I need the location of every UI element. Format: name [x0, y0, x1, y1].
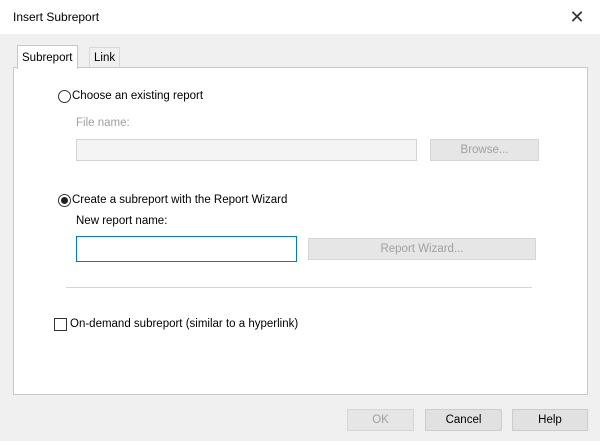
- browse-button[interactable]: Browse...: [430, 139, 539, 161]
- new-report-name-label: New report name:: [76, 215, 168, 227]
- wizard-radio[interactable]: [58, 194, 71, 207]
- tab-link-label: Link: [94, 52, 116, 64]
- separator: [66, 287, 532, 288]
- tab-link[interactable]: Link: [89, 47, 121, 68]
- wizard-radio-label: Create a subreport with the Report Wizar…: [72, 194, 288, 206]
- existing-report-label: Choose an existing report: [72, 90, 204, 102]
- on-demand-checkbox[interactable]: [54, 318, 67, 331]
- report-wizard-button[interactable]: Report Wizard...: [308, 238, 536, 260]
- help-button-label: Help: [538, 414, 562, 426]
- browse-button-label: Browse...: [460, 144, 509, 156]
- report-wizard-button-label: Report Wizard...: [380, 243, 464, 255]
- file-name-label: File name:: [76, 117, 130, 129]
- new-report-name-field[interactable]: [76, 236, 297, 262]
- ok-button-label: OK: [372, 414, 389, 426]
- dialog-title: Insert Subreport: [13, 10, 100, 24]
- tab-subreport[interactable]: Subreport: [17, 45, 78, 69]
- on-demand-label: On-demand subreport (similar to a hyperl…: [70, 318, 299, 330]
- file-name-field[interactable]: [76, 139, 417, 161]
- cancel-button[interactable]: Cancel: [425, 409, 502, 431]
- cancel-button-label: Cancel: [445, 414, 482, 426]
- title-bar: Insert Subreport ✕: [0, 0, 600, 34]
- close-icon[interactable]: ✕: [554, 0, 600, 34]
- help-button[interactable]: Help: [512, 409, 588, 431]
- ok-button[interactable]: OK: [347, 409, 414, 431]
- tab-subreport-label: Subreport: [22, 52, 73, 64]
- existing-report-radio[interactable]: [58, 90, 71, 103]
